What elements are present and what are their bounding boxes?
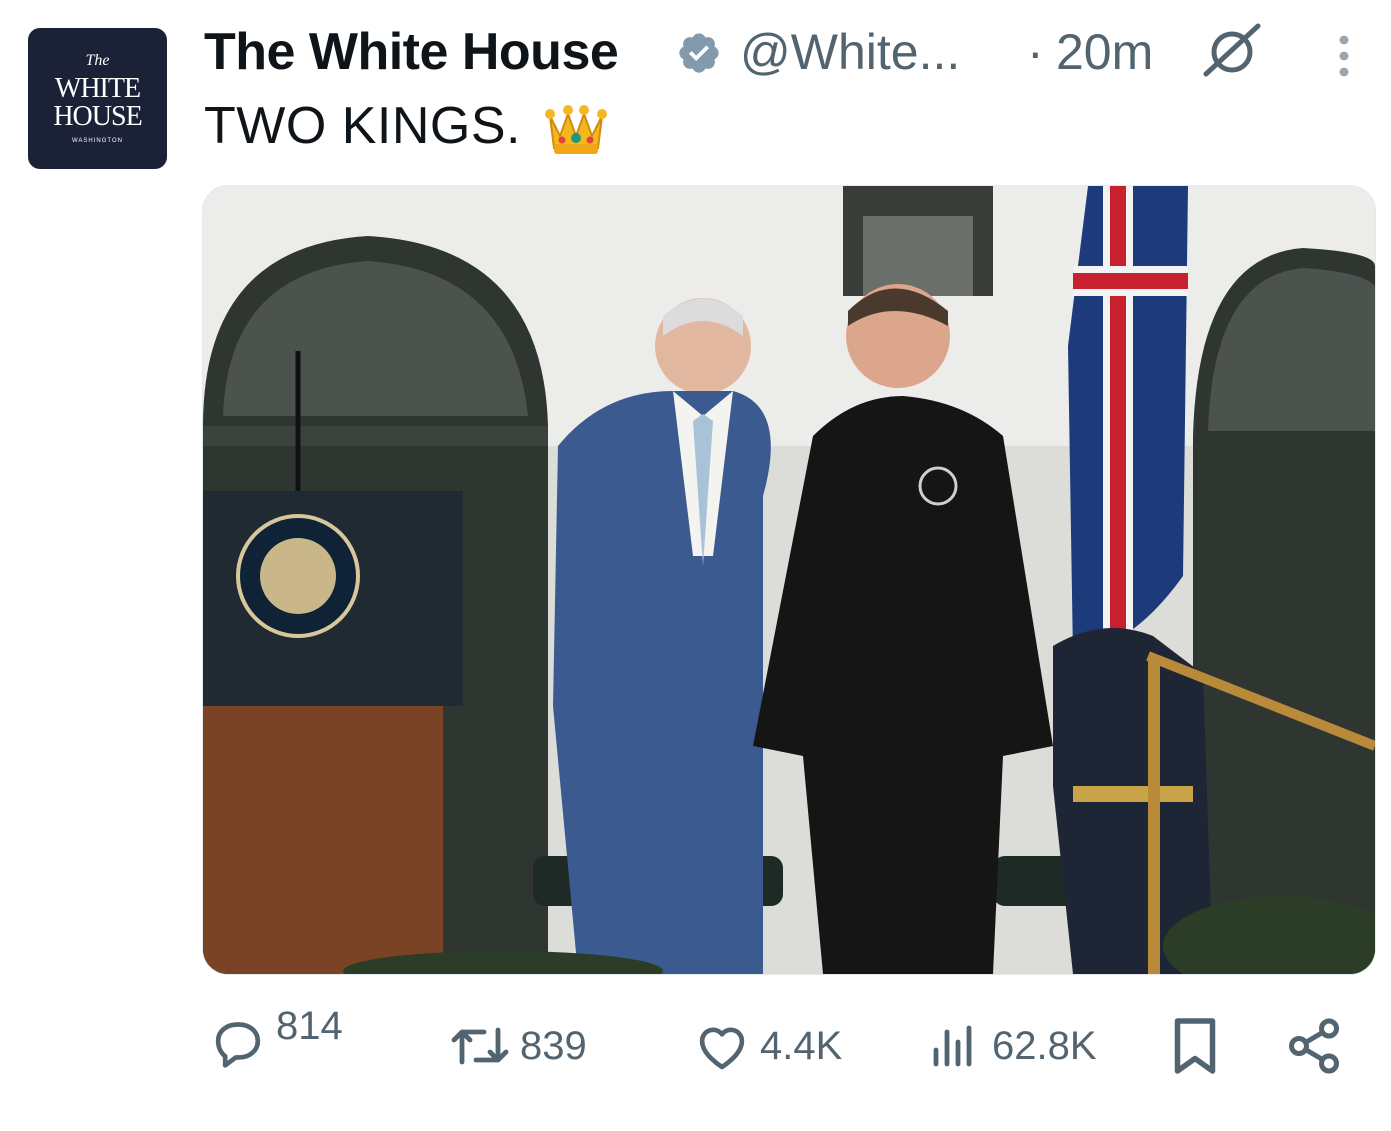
action-bar: 814 839 4.4K 62.8K [0, 1000, 1391, 1100]
timestamp[interactable]: 20m [1056, 22, 1153, 82]
avatar[interactable]: The WHITE HOUSE WASHINGTON [28, 28, 167, 169]
tweet-text: TWO KINGS. [204, 97, 521, 155]
photo-scene [203, 186, 1375, 974]
avatar-white: WHITE [54, 73, 141, 104]
display-name[interactable]: The White House [204, 22, 619, 82]
avatar-washington: WASHINGTON [71, 138, 123, 144]
reply-icon[interactable] [210, 1014, 266, 1070]
like-count: 4.4K [760, 1024, 843, 1068]
tweet-photo[interactable] [202, 185, 1376, 975]
views-count: 62.8K [992, 1024, 1097, 1068]
bookmark-icon[interactable] [1170, 1016, 1220, 1076]
handle[interactable]: @White... [740, 22, 960, 82]
crown-emoji-icon [545, 105, 607, 154]
separator-dot: · [1027, 24, 1044, 80]
avatar-house: HOUSE [53, 101, 142, 132]
views-icon[interactable] [930, 1022, 978, 1070]
grok-icon[interactable] [1200, 22, 1264, 78]
share-icon[interactable] [1284, 1016, 1344, 1076]
verified-badge-icon [679, 33, 719, 73]
like-icon[interactable] [694, 1020, 750, 1072]
more-icon[interactable] [1326, 34, 1362, 80]
repost-icon[interactable] [448, 1020, 512, 1072]
avatar-the: The [85, 52, 110, 69]
reply-count: 814 [276, 1004, 343, 1048]
repost-count: 839 [520, 1024, 587, 1068]
